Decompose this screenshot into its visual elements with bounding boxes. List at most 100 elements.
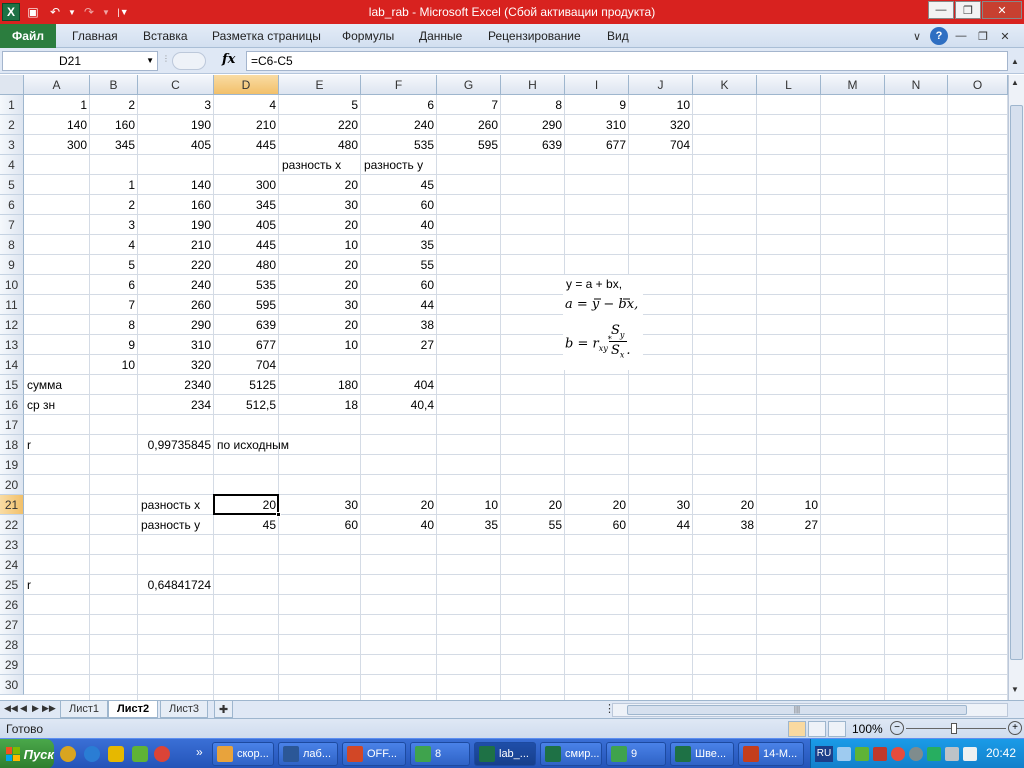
- cell-e5[interactable]: 20: [279, 175, 361, 195]
- more-quicklaunch-icon[interactable]: »: [196, 745, 212, 761]
- tab-data[interactable]: Данные: [419, 29, 462, 43]
- cell-b10[interactable]: 6: [90, 275, 138, 295]
- taskbar-button-7[interactable]: 9: [606, 742, 666, 766]
- cell-d13[interactable]: 677: [214, 335, 279, 355]
- cell-f2[interactable]: 240: [361, 115, 437, 135]
- cell-g21[interactable]: 10: [437, 495, 501, 515]
- row-header-24[interactable]: 24: [0, 555, 24, 575]
- row-header-17[interactable]: 17: [0, 415, 24, 435]
- row-header-7[interactable]: 7: [0, 215, 24, 235]
- cell-c13[interactable]: 310: [138, 335, 214, 355]
- tray-antivirus-icon[interactable]: [873, 747, 887, 761]
- regression-formula-image[interactable]: y = a + bx, a = y − bx, b = rxy* Sy Sx.: [563, 275, 643, 370]
- cell-e16[interactable]: 18: [279, 395, 361, 415]
- cell-d8[interactable]: 445: [214, 235, 279, 255]
- quicklaunch-folder-icon[interactable]: [108, 746, 124, 762]
- taskbar-button-9[interactable]: 14-М...: [738, 742, 804, 766]
- row-header-9[interactable]: 9: [0, 255, 24, 275]
- cell-c21[interactable]: разность x: [138, 495, 200, 515]
- cell-l22[interactable]: 27: [757, 515, 821, 535]
- cell-c12[interactable]: 290: [138, 315, 214, 335]
- row-header-5[interactable]: 5: [0, 175, 24, 195]
- cell-c22[interactable]: разность y: [138, 515, 200, 535]
- row-header-21[interactable]: 21: [0, 495, 24, 515]
- row-header-23[interactable]: 23: [0, 535, 24, 555]
- cell-a2[interactable]: 140: [24, 115, 90, 135]
- cell-f21[interactable]: 20: [361, 495, 437, 515]
- cell-b14[interactable]: 10: [90, 355, 138, 375]
- name-box[interactable]: D21 ▼: [2, 51, 158, 71]
- cell-c16[interactable]: 234: [138, 395, 214, 415]
- taskbar-button-8[interactable]: Шве...: [670, 742, 734, 766]
- minimize-button[interactable]: —: [928, 1, 954, 19]
- cell-f11[interactable]: 44: [361, 295, 437, 315]
- tab-home[interactable]: Главная: [72, 29, 118, 43]
- column-header-b[interactable]: B: [90, 75, 138, 95]
- cell-c18[interactable]: 0,99735845: [138, 435, 214, 455]
- select-all-corner[interactable]: [0, 75, 24, 95]
- page-layout-view-button[interactable]: [808, 721, 826, 737]
- cell-e9[interactable]: 20: [279, 255, 361, 275]
- cell-d5[interactable]: 300: [214, 175, 279, 195]
- prev-sheet-icon[interactable]: ◀: [20, 703, 27, 714]
- row-header-15[interactable]: 15: [0, 375, 24, 395]
- cell-d14[interactable]: 704: [214, 355, 279, 375]
- taskbar-button-6[interactable]: смир...: [540, 742, 602, 766]
- cell-c1[interactable]: 3: [138, 95, 214, 115]
- name-box-dropdown-icon[interactable]: ▼: [146, 56, 154, 65]
- cell-f13[interactable]: 27: [361, 335, 437, 355]
- row-header-20[interactable]: 20: [0, 475, 24, 495]
- column-header-g[interactable]: G: [437, 75, 501, 95]
- cell-b13[interactable]: 9: [90, 335, 138, 355]
- zoom-in-icon[interactable]: +: [1008, 721, 1022, 735]
- cell-a18[interactable]: r: [24, 435, 31, 455]
- zoom-level[interactable]: 100%: [852, 722, 883, 736]
- cell-d3[interactable]: 445: [214, 135, 279, 155]
- insert-sheet-icon[interactable]: ✚: [214, 701, 234, 718]
- normal-view-button[interactable]: [788, 721, 806, 737]
- column-header-a[interactable]: A: [24, 75, 90, 95]
- cell-f16[interactable]: 40,4: [361, 395, 437, 415]
- cell-b6[interactable]: 2: [90, 195, 138, 215]
- cell-d16[interactable]: 512,5: [214, 395, 279, 415]
- workbook-close-icon[interactable]: ✕: [996, 27, 1014, 45]
- row-header-3[interactable]: 3: [0, 135, 24, 155]
- cell-j3[interactable]: 704: [629, 135, 693, 155]
- cell-d7[interactable]: 405: [214, 215, 279, 235]
- cell-f22[interactable]: 40: [361, 515, 437, 535]
- cell-f1[interactable]: 6: [361, 95, 437, 115]
- cell-e1[interactable]: 5: [279, 95, 361, 115]
- taskbar-button-2[interactable]: лаб...: [278, 742, 338, 766]
- taskbar-button-1[interactable]: скор...: [212, 742, 274, 766]
- tray-update-icon[interactable]: [909, 747, 923, 761]
- workbook-minimize-icon[interactable]: —: [952, 27, 970, 45]
- cell-e10[interactable]: 20: [279, 275, 361, 295]
- row-header-11[interactable]: 11: [0, 295, 24, 315]
- tab-view[interactable]: Вид: [607, 29, 629, 43]
- zoom-out-icon[interactable]: −: [890, 721, 904, 735]
- cell-a1[interactable]: 1: [24, 95, 90, 115]
- cell-c8[interactable]: 210: [138, 235, 214, 255]
- row-header-27[interactable]: 27: [0, 615, 24, 635]
- cell-d10[interactable]: 535: [214, 275, 279, 295]
- cell-d9[interactable]: 480: [214, 255, 279, 275]
- row-header-16[interactable]: 16: [0, 395, 24, 415]
- sheet-tab-3[interactable]: Лист3: [160, 701, 209, 718]
- tab-page-layout[interactable]: Разметка страницы: [212, 29, 321, 43]
- taskbar-button-3[interactable]: OFF...: [342, 742, 406, 766]
- cell-g3[interactable]: 595: [437, 135, 501, 155]
- column-header-o[interactable]: O: [948, 75, 1008, 95]
- cell-g1[interactable]: 7: [437, 95, 501, 115]
- cell-f7[interactable]: 40: [361, 215, 437, 235]
- cell-a16[interactable]: ср зн: [24, 395, 55, 415]
- spreadsheet-grid[interactable]: ABCDEFGHIJKLMNO 1 2 3 4 5 6 7 8 9 10 11 12 13 14 15 16 1…: [0, 75, 1008, 700]
- column-header-k[interactable]: K: [693, 75, 757, 95]
- cell-d6[interactable]: 345: [214, 195, 279, 215]
- cell-h21[interactable]: 20: [501, 495, 565, 515]
- sheet-tab-2[interactable]: Лист2: [108, 701, 159, 718]
- cell-d15[interactable]: 5125: [214, 375, 279, 395]
- cell-c9[interactable]: 220: [138, 255, 214, 275]
- last-sheet-icon[interactable]: ▶▶: [42, 703, 56, 714]
- quicklaunch-app-icon[interactable]: [60, 746, 76, 762]
- row-header-6[interactable]: 6: [0, 195, 24, 215]
